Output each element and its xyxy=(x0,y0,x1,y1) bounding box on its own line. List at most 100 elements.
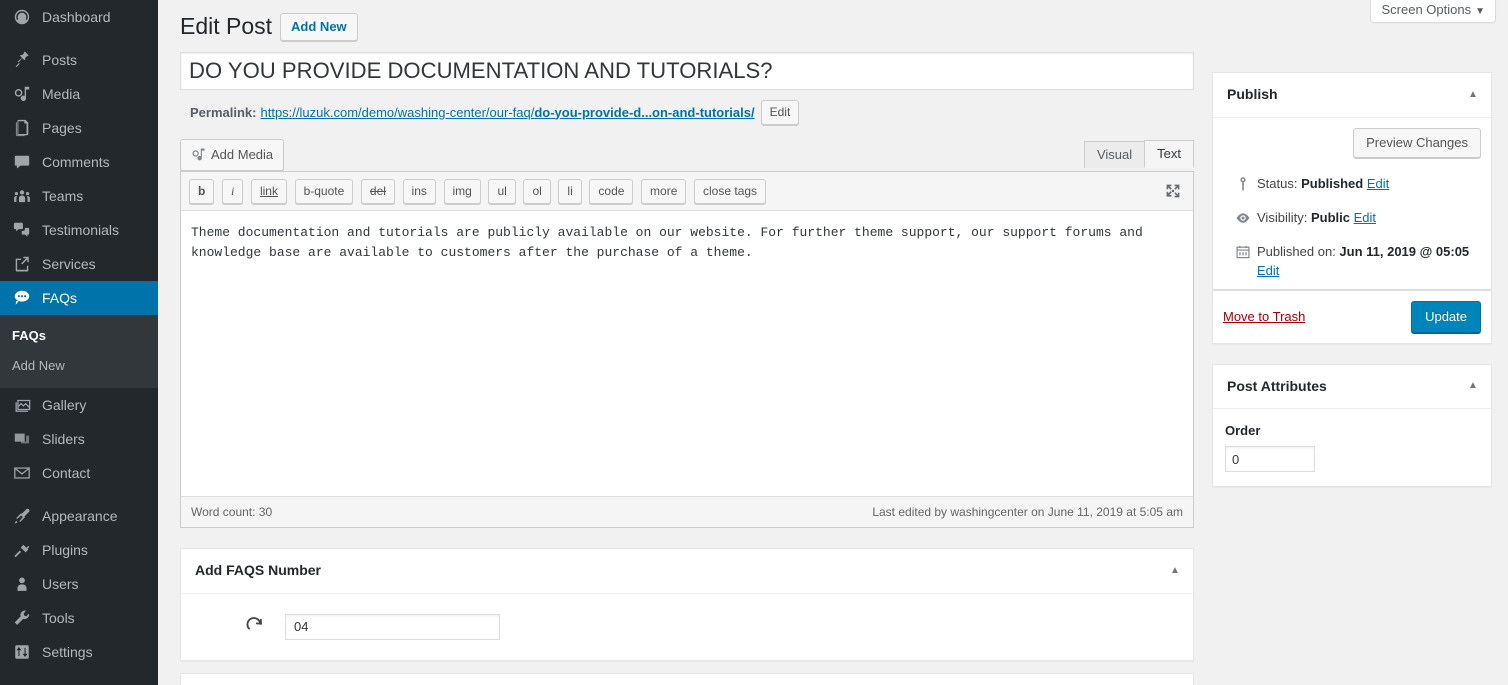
faqs-number-row xyxy=(195,606,1179,648)
qt-button-code[interactable]: code xyxy=(589,179,634,204)
post-attributes-title[interactable]: Post Attributes ▲ xyxy=(1213,365,1491,410)
publish-box-label: Publish xyxy=(1227,86,1278,102)
sidebar-item-label: Testimonials xyxy=(42,222,120,238)
visibility-icon xyxy=(1233,208,1253,228)
post-visibility-label: Visibility: xyxy=(1257,209,1308,225)
add-new-button[interactable]: Add New xyxy=(280,12,358,41)
sidebar-item-plugins[interactable]: Plugins xyxy=(0,533,158,567)
sidebar-item-dashboard[interactable]: Dashboard xyxy=(0,0,158,34)
settings-icon xyxy=(12,642,32,662)
post-published-on-row: Published on: Jun 11, 2019 @ 05:05 Edit xyxy=(1223,236,1481,289)
post-published-on-label: Published on: xyxy=(1257,243,1336,259)
minor-publishing-section: Preview Changes Status: Published Edit V… xyxy=(1213,118,1491,290)
minor-publishing-actions: Preview Changes xyxy=(1223,127,1481,168)
add-media-label: Add Media xyxy=(211,147,274,162)
sidebar-item-gallery[interactable]: Gallery xyxy=(0,388,158,422)
tab-text[interactable]: Text xyxy=(1144,140,1194,168)
qt-button-link[interactable]: link xyxy=(250,179,287,204)
sidebar-subitem-faqs[interactable]: FAQs xyxy=(0,321,158,351)
preview-changes-button[interactable]: Preview Changes xyxy=(1353,127,1481,158)
sidebar-submenu-faqs: FAQs Add New xyxy=(0,315,158,389)
testimonials-icon xyxy=(12,220,32,240)
sidebar-item-teams[interactable]: Teams xyxy=(0,179,158,213)
permalink-link[interactable]: https://luzuk.com/demo/washing-center/ou… xyxy=(260,101,754,125)
qt-button-b-quote[interactable]: b-quote xyxy=(294,179,354,204)
sidebar-separator xyxy=(0,34,158,43)
publish-box-title[interactable]: Publish ▲ xyxy=(1213,73,1491,118)
add-faqs-number-title[interactable]: Add FAQS Number ▲ xyxy=(181,549,1193,594)
qt-button-ul[interactable]: ul xyxy=(488,179,516,204)
edit-visibility-link[interactable]: Edit xyxy=(1354,210,1376,225)
sidebar-item-posts[interactable]: Posts xyxy=(0,43,158,77)
qt-button-ins[interactable]: ins xyxy=(402,179,436,204)
sidebar-item-media[interactable]: Media xyxy=(0,77,158,111)
move-to-trash-link[interactable]: Move to Trash xyxy=(1223,309,1305,324)
qt-button-li[interactable]: li xyxy=(558,179,582,204)
sidebar-item-users[interactable]: Users xyxy=(0,567,158,601)
permalink-slug: do-you-provide-d...on-and-tutorials/ xyxy=(534,104,755,120)
post-visibility-value: Public xyxy=(1310,209,1350,225)
add-faqs-number-box: Add FAQS Number ▲ xyxy=(180,548,1194,661)
editor-status-bar: Word count: 30 Last edited by washingcen… xyxy=(181,496,1193,527)
major-publishing-actions: Move to Trash Update xyxy=(1213,289,1491,343)
sidebar-item-testimonials[interactable]: Testimonials xyxy=(0,213,158,247)
media-icon xyxy=(12,84,32,104)
sidebar-item-settings[interactable]: Settings xyxy=(0,635,158,669)
editor-mode-tabs: Visual Text xyxy=(1083,139,1194,168)
page-heading: Edit Post Add New xyxy=(180,12,358,42)
post-title-input[interactable] xyxy=(180,52,1194,90)
teams-icon xyxy=(12,186,32,206)
chevron-down-icon: ▼ xyxy=(1475,6,1485,17)
post-status-row: Status: Published Edit xyxy=(1223,168,1481,202)
post-status-value: Published xyxy=(1301,175,1364,191)
sidebar-subitem-add-new[interactable]: Add New xyxy=(0,351,158,381)
tools-icon xyxy=(12,608,32,628)
sidebar-item-label: Dashboard xyxy=(42,9,111,25)
sidebar-item-faqs[interactable]: FAQs xyxy=(0,281,158,315)
qt-button-img[interactable]: img xyxy=(443,179,481,204)
sidebar-item-comments[interactable]: Comments xyxy=(0,145,158,179)
add-faqs-number-label: Add FAQS Number xyxy=(195,562,322,578)
post-content-textarea[interactable]: Theme documentation and tutorials are pu… xyxy=(181,211,1193,496)
qt-button-more[interactable]: more xyxy=(641,179,687,204)
refresh-icon[interactable] xyxy=(243,615,267,639)
qt-button-del[interactable]: del xyxy=(360,179,395,204)
sidebar-item-tools[interactable]: Tools xyxy=(0,601,158,635)
menu-order-input[interactable] xyxy=(1225,446,1315,473)
sidebar-item-pages[interactable]: Pages xyxy=(0,111,158,145)
post-published-on-value: Jun 11, 2019 @ 05:05 xyxy=(1339,243,1470,259)
update-button[interactable]: Update xyxy=(1411,300,1481,333)
qt-button-ol[interactable]: ol xyxy=(523,179,551,204)
calendar-icon xyxy=(1233,242,1253,262)
sidebar-separator xyxy=(0,490,158,499)
screen-options-button[interactable]: Screen Options ▼ xyxy=(1370,0,1496,23)
chevron-up-icon[interactable]: ▲ xyxy=(1465,87,1481,103)
sidebar-item-label: Contact xyxy=(42,465,91,482)
chevron-up-icon[interactable]: ▲ xyxy=(1465,378,1481,394)
qt-button-i[interactable]: i xyxy=(221,179,244,204)
permalink-label: Permalink: xyxy=(190,104,257,120)
sidebar-item-label: Pages xyxy=(42,120,82,136)
order-label: Order xyxy=(1225,423,1261,439)
post-editor: b i link b-quote del ins img ul ol li co… xyxy=(180,171,1194,528)
post-status-icon xyxy=(1233,174,1253,194)
faqs-number-input[interactable] xyxy=(285,613,500,640)
sidebar-item-appearance[interactable]: Appearance xyxy=(0,499,158,533)
qt-button-b[interactable]: b xyxy=(189,179,215,204)
custom-fields-box: Custom Fields xyxy=(180,673,1194,685)
qt-button-close-tags[interactable]: close tags xyxy=(694,179,767,204)
add-media-button[interactable]: Add Media xyxy=(180,139,285,171)
sidebar-item-contact[interactable]: Contact xyxy=(0,456,158,490)
fullscreen-icon[interactable] xyxy=(1163,181,1183,201)
post-status-label: Status: xyxy=(1257,175,1298,191)
edit-status-link[interactable]: Edit xyxy=(1367,176,1389,191)
tab-visual[interactable]: Visual xyxy=(1083,141,1146,168)
quicktags-toolbar: b i link b-quote del ins img ul ol li co… xyxy=(181,172,1193,211)
sidebar-item-label: Settings xyxy=(42,644,93,661)
sidebar-item-services[interactable]: Services xyxy=(0,247,158,281)
edit-published-on-link[interactable]: Edit xyxy=(1257,263,1279,278)
custom-fields-title[interactable]: Custom Fields xyxy=(181,674,1193,685)
chevron-up-icon[interactable]: ▲ xyxy=(1167,563,1183,579)
sidebar-item-sliders[interactable]: Sliders xyxy=(0,422,158,456)
edit-slug-button[interactable]: Edit xyxy=(760,100,800,125)
